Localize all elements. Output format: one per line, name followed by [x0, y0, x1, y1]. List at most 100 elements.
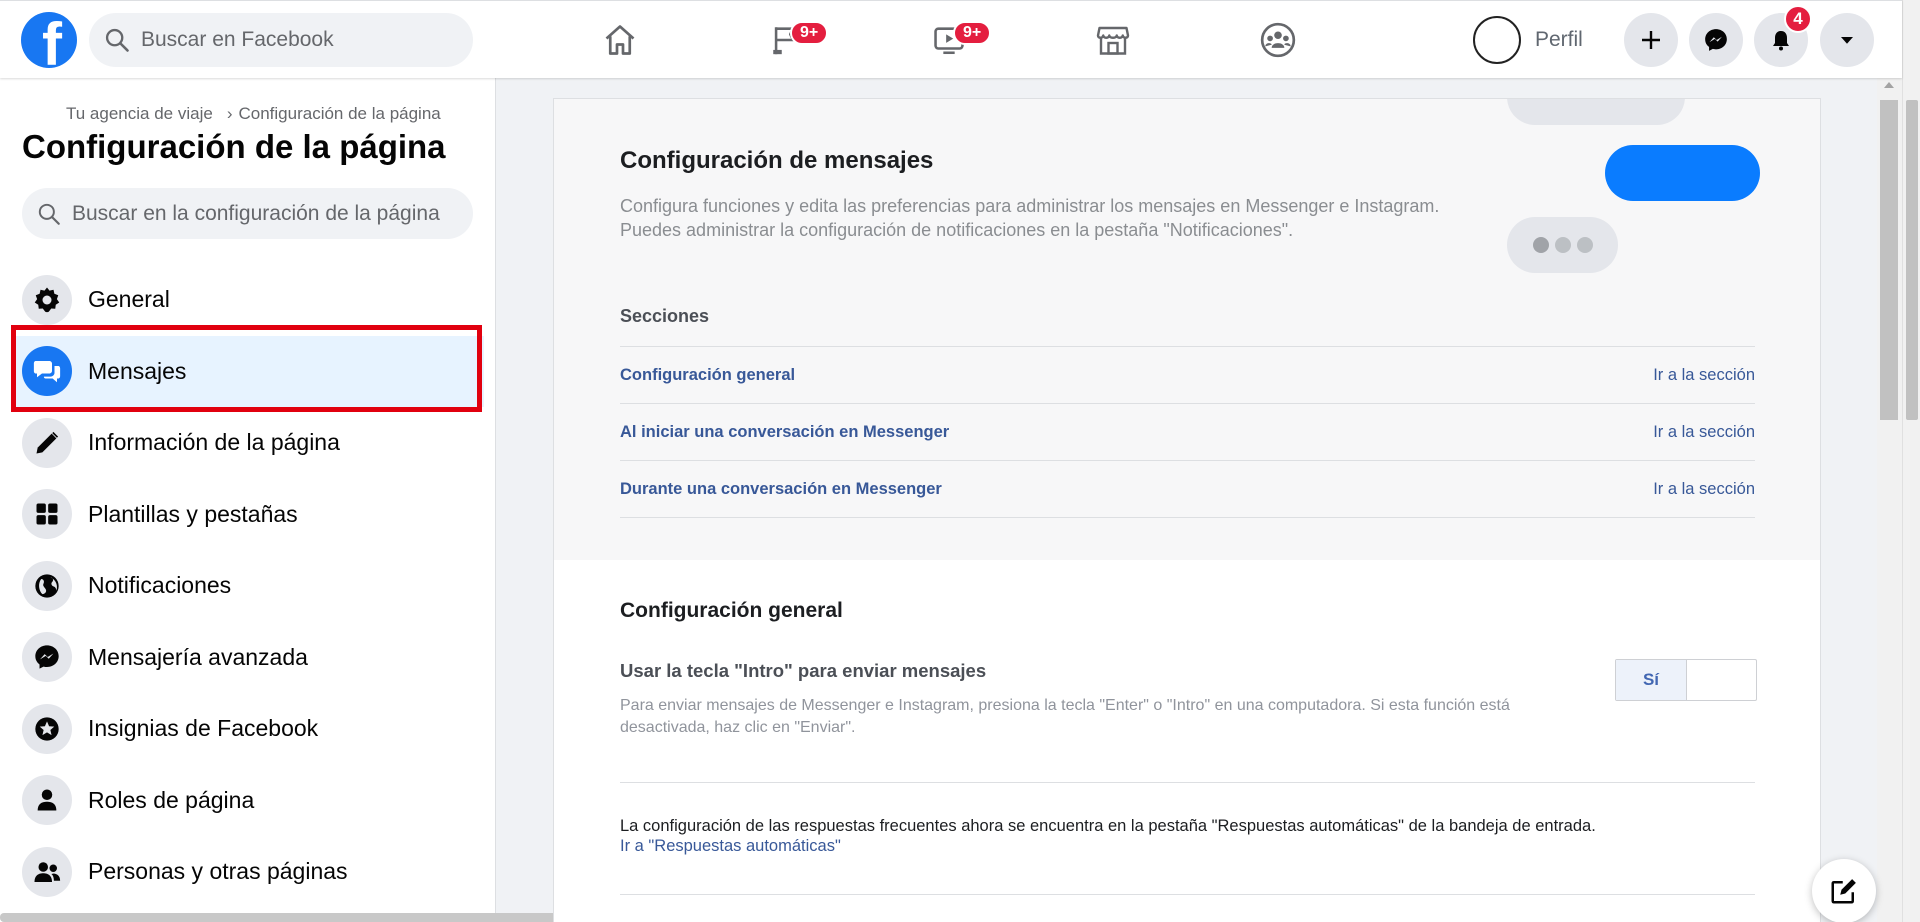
sidebar-item-plantillas[interactable]: Plantillas y pestañas: [0, 479, 495, 551]
globe-icon-wrap: [22, 560, 72, 611]
star-badge-icon: [35, 717, 59, 741]
toggle-off-area[interactable]: [1687, 660, 1756, 700]
notifications-badge: 4: [1784, 5, 1812, 33]
browser-vertical-scrollbar[interactable]: [1902, 0, 1920, 922]
chat-bubbles-icon: [33, 361, 61, 383]
profile-link[interactable]: Perfil: [1473, 16, 1583, 64]
sidebar-item-insignias[interactable]: Insignias de Facebook: [0, 693, 495, 765]
page-title: Configuración de la página: [22, 128, 446, 165]
section-link-general[interactable]: Configuración general: [620, 366, 795, 385]
search-icon: [105, 28, 129, 52]
home-icon: [605, 25, 635, 55]
main-vertical-scrollbar[interactable]: [1877, 78, 1902, 922]
settings-search-placeholder: Buscar en la configuración de la página: [72, 201, 440, 225]
pencil-icon-wrap: [22, 417, 72, 468]
messenger-icon: [35, 645, 59, 669]
groups-icon: [1260, 22, 1296, 58]
sidebar-item-label: Roles de página: [88, 786, 255, 813]
sidebar-item-mensajes[interactable]: Mensajes: [12, 335, 484, 407]
illustration-typing-indicator: [1507, 217, 1618, 273]
settings-search-input[interactable]: Buscar en la configuración de la página: [22, 188, 473, 239]
section-row: Durante una conversación en Messenger Ir…: [620, 461, 1755, 518]
pages-badge: 9+: [790, 21, 829, 45]
pencil-icon: [36, 431, 59, 454]
bell-icon: [1773, 31, 1789, 51]
scrollbar-thumb[interactable]: [1880, 100, 1898, 420]
sidebar-item-roles[interactable]: Roles de página: [0, 765, 495, 837]
messenger-icon: [1705, 29, 1727, 51]
enter-key-option-title: Usar la tecla "Intro" para enviar mensaj…: [620, 660, 987, 681]
sections-list: Configuración general Ir a la sección Al…: [620, 346, 1755, 518]
divider: [620, 894, 1755, 895]
sidebar-item-label: Mensajería avanzada: [88, 643, 308, 670]
sidebar-item-general[interactable]: General: [0, 264, 495, 336]
person-icon-wrap: [22, 775, 72, 826]
watch-nav-button[interactable]: 9+: [919, 13, 992, 67]
people-icon: [34, 862, 61, 882]
profile-label: Perfil: [1535, 28, 1583, 51]
breadcrumb-parent-link[interactable]: Tu agencia de viaje: [66, 104, 213, 123]
plus-icon: [1642, 31, 1660, 49]
illustration-bubble-grey: [1507, 99, 1685, 125]
create-button[interactable]: [1624, 13, 1678, 67]
goto-section-link[interactable]: Ir a la sección: [1653, 366, 1755, 385]
auto-replies-note: La configuración de las respuestas frecu…: [620, 817, 1596, 835]
breadcrumb: Tu agencia de viaje › Configuración de la …: [66, 104, 441, 124]
breadcrumb-separator: ›: [226, 104, 233, 123]
new-message-button[interactable]: [1812, 859, 1876, 922]
sidebar-item-label: Notificaciones: [88, 572, 232, 599]
grid-icon: [36, 503, 58, 525]
section-row: Configuración general Ir a la sección: [620, 347, 1755, 404]
watch-badge: 9+: [953, 21, 992, 45]
enter-key-toggle[interactable]: Sí: [1615, 659, 1757, 701]
person-icon: [37, 789, 57, 811]
sidebar-item-label: Personas y otras páginas: [88, 858, 348, 885]
goto-section-link[interactable]: Ir a la sección: [1653, 480, 1755, 499]
scroll-up-arrow-icon[interactable]: [1884, 82, 1894, 88]
sidebar-item-personas[interactable]: Personas y otras páginas: [0, 836, 495, 908]
star-icon-wrap: [22, 703, 72, 754]
browser-scrollbar-thumb[interactable]: [1906, 100, 1918, 420]
sidebar-item-label: Insignias de Facebook: [88, 715, 319, 742]
sidebar-item-mensajeria-avanzada[interactable]: Mensajería avanzada: [0, 622, 495, 694]
general-settings-title: Configuración general: [620, 599, 843, 622]
facebook-logo-icon[interactable]: f: [21, 12, 77, 68]
groups-nav-button[interactable]: [1248, 13, 1308, 67]
account-menu-button[interactable]: [1820, 13, 1874, 67]
marketplace-store-icon: [1096, 26, 1130, 55]
gear-icon-wrap: [22, 274, 72, 325]
gear-icon: [34, 287, 60, 312]
sidebar-item-label: Plantillas y pestañas: [88, 500, 298, 527]
messages-settings-card: Configuración de mensajes Configura func…: [553, 98, 1821, 922]
messenger-icon-wrap: [22, 632, 72, 683]
settings-sidebar: Tu agencia de viaje › Configuración de la …: [0, 78, 496, 922]
pages-nav-button[interactable]: 9+: [756, 13, 829, 67]
notifications-button[interactable]: 4: [1754, 5, 1812, 67]
home-nav-button[interactable]: [590, 13, 650, 67]
section-link-start-conversation[interactable]: Al iniciar una conversación en Messenger: [620, 423, 949, 442]
search-icon: [38, 203, 60, 225]
section-row: Al iniciar una conversación en Messenger…: [620, 404, 1755, 461]
illustration-bubble-blue: [1605, 145, 1760, 201]
marketplace-nav-button[interactable]: [1083, 13, 1143, 67]
goto-section-link[interactable]: Ir a la sección: [1653, 423, 1755, 442]
grid-icon-wrap: [22, 489, 72, 540]
messenger-button[interactable]: [1689, 13, 1743, 67]
description-line-1: Configura funciones y edita las preferen…: [620, 196, 1440, 216]
globe-icon: [35, 574, 59, 598]
sidebar-item-notificaciones[interactable]: Notificaciones: [0, 550, 495, 622]
breadcrumb-current: Configuración de la página: [238, 104, 441, 123]
sidebar-item-label: General: [88, 286, 170, 313]
messages-settings-header: Configuración de mensajes Configura func…: [554, 99, 1820, 560]
search-placeholder: Buscar en Facebook: [141, 28, 334, 51]
sidebar-item-informacion[interactable]: Información de la página: [0, 407, 495, 479]
section-description: Configura funciones y edita las preferen…: [620, 194, 1520, 242]
settings-menu: General Mensajes Información de la págin…: [0, 264, 495, 908]
enter-key-option-description: Para enviar mensajes de Messenger e Inst…: [620, 697, 1510, 736]
facebook-search-input[interactable]: Buscar en Facebook: [89, 13, 473, 67]
auto-replies-link[interactable]: Ir a "Respuestas automáticas": [620, 837, 841, 856]
top-navigation-bar: f Buscar en Facebook 9+ 9+ Perfil 4: [0, 0, 1902, 78]
section-link-during-conversation[interactable]: Durante una conversación en Messenger: [620, 480, 942, 499]
toggle-yes-label[interactable]: Sí: [1616, 660, 1687, 700]
sections-heading: Secciones: [620, 306, 710, 326]
